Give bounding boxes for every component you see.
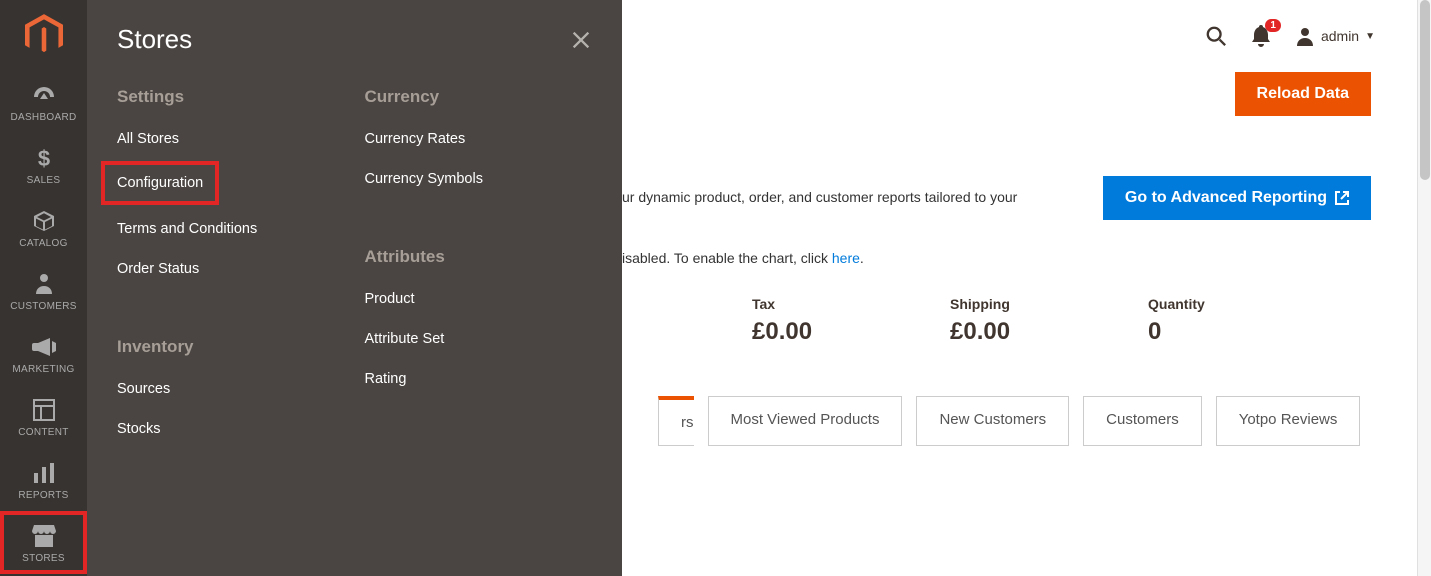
chart-disabled-note: isabled. To enable the chart, click here…: [622, 250, 1411, 266]
nav-label: CONTENT: [18, 427, 68, 438]
flyout-link-order-status[interactable]: Order Status: [117, 261, 345, 277]
flyout-link-product[interactable]: Product: [365, 291, 593, 307]
nav-marketing[interactable]: MARKETING: [0, 322, 87, 385]
dollar-icon: $: [31, 145, 57, 171]
flyout-heading-currency: Currency: [365, 87, 593, 107]
main-sidebar: DASHBOARD $ SALES CATALOG CUSTOMERS MARK…: [0, 0, 87, 576]
tabs-row: rs Most Viewed Products New Customers Cu…: [622, 396, 1411, 446]
reload-data-button[interactable]: Reload Data: [1235, 72, 1371, 116]
nav-dashboard[interactable]: DASHBOARD: [0, 70, 87, 133]
storefront-icon: [31, 523, 57, 549]
layout-icon: [31, 397, 57, 423]
nav-content[interactable]: CONTENT: [0, 385, 87, 448]
metric-value: 0: [1148, 318, 1318, 346]
bars-icon: [31, 460, 57, 486]
scrollbar[interactable]: [1417, 0, 1431, 576]
flyout-link-currency-rates[interactable]: Currency Rates: [365, 131, 593, 147]
stores-flyout: Stores Settings All Stores Configuration…: [87, 0, 622, 576]
box-icon: [31, 208, 57, 234]
advanced-reporting-button[interactable]: Go to Advanced Reporting: [1103, 176, 1371, 220]
flyout-col-2: Currency Currency Rates Currency Symbols…: [365, 87, 593, 461]
metric-label: Quantity: [1148, 296, 1318, 312]
tab-most-viewed[interactable]: Most Viewed Products: [708, 396, 903, 446]
advanced-reporting-label: Go to Advanced Reporting: [1125, 189, 1327, 207]
tab-partial[interactable]: rs: [658, 396, 694, 446]
flyout-link-all-stores[interactable]: All Stores: [117, 131, 345, 147]
flyout-col-1: Settings All Stores Configuration Terms …: [117, 87, 345, 461]
nav-label: SALES: [27, 175, 61, 186]
search-icon[interactable]: [1205, 25, 1227, 47]
user-menu[interactable]: admin ▼: [1295, 26, 1375, 46]
chart-note-prefix: isabled. To enable the chart, click: [622, 250, 832, 266]
tab-yotpo[interactable]: Yotpo Reviews: [1216, 396, 1361, 446]
nav-label: DASHBOARD: [10, 112, 76, 123]
flyout-title: Stores: [117, 24, 192, 55]
close-icon[interactable]: [570, 29, 592, 51]
nav-label: REPORTS: [18, 490, 68, 501]
chevron-down-icon: ▼: [1365, 31, 1375, 42]
metrics-row: Tax £0.00 Shipping £0.00 Quantity 0: [622, 296, 1411, 346]
nav-reports[interactable]: REPORTS: [0, 448, 87, 511]
flyout-link-rating[interactable]: Rating: [365, 371, 593, 387]
nav-label: MARKETING: [12, 364, 74, 375]
flyout-heading-inventory: Inventory: [117, 337, 345, 357]
user-icon: [1295, 26, 1315, 46]
metric-tax: Tax £0.00: [752, 296, 922, 346]
metric-label: Shipping: [950, 296, 1120, 312]
svg-text:$: $: [37, 146, 49, 170]
flyout-link-terms[interactable]: Terms and Conditions: [117, 221, 345, 237]
flyout-link-sources[interactable]: Sources: [117, 381, 345, 397]
nav-label: STORES: [22, 553, 65, 564]
magento-logo[interactable]: [0, 0, 87, 70]
flyout-link-stocks[interactable]: Stocks: [117, 421, 345, 437]
notification-badge: 1: [1265, 19, 1281, 32]
scrollbar-thumb[interactable]: [1420, 0, 1430, 180]
tab-new-customers[interactable]: New Customers: [916, 396, 1069, 446]
person-icon: [31, 271, 57, 297]
advanced-reporting-text: ur dynamic product, order, and customer …: [622, 186, 1017, 210]
main-content: 1 admin ▼ Reload Data ur dynamic product…: [622, 0, 1431, 576]
notifications-button[interactable]: 1: [1251, 25, 1271, 47]
flyout-heading-settings: Settings: [117, 87, 345, 107]
metric-quantity: Quantity 0: [1148, 296, 1318, 346]
flyout-heading-attributes: Attributes: [365, 247, 593, 267]
topbar: 1 admin ▼: [622, 0, 1411, 72]
tab-customers[interactable]: Customers: [1083, 396, 1202, 446]
metric-shipping: Shipping £0.00: [950, 296, 1120, 346]
metric-value: £0.00: [950, 318, 1120, 346]
flyout-link-currency-symbols[interactable]: Currency Symbols: [365, 171, 593, 187]
metric-label: Tax: [752, 296, 922, 312]
nav-sales[interactable]: $ SALES: [0, 133, 87, 196]
metric-value: £0.00: [752, 318, 922, 346]
magento-logo-icon: [25, 14, 63, 56]
nav-label: CATALOG: [19, 238, 67, 249]
flyout-link-attribute-set[interactable]: Attribute Set: [365, 331, 593, 347]
gauge-icon: [31, 82, 57, 108]
bullhorn-icon: [31, 334, 57, 360]
username-label: admin: [1321, 28, 1359, 44]
enable-chart-link[interactable]: here: [832, 250, 860, 266]
nav-customers[interactable]: CUSTOMERS: [0, 259, 87, 322]
chart-note-suffix: .: [860, 250, 864, 266]
nav-label: CUSTOMERS: [10, 301, 76, 312]
external-link-icon: [1335, 191, 1349, 205]
nav-stores[interactable]: STORES: [0, 511, 87, 574]
nav-catalog[interactable]: CATALOG: [0, 196, 87, 259]
flyout-link-configuration[interactable]: Configuration: [101, 161, 219, 205]
